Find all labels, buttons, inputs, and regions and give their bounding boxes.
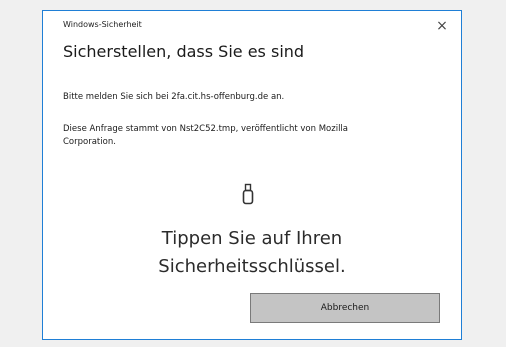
prompt-line-2: Sicherheitsschlüssel. [158, 256, 346, 277]
windows-security-dialog: Windows-Sicherheit × Sicherstellen, dass… [42, 10, 462, 340]
close-icon: × [436, 18, 448, 34]
close-button[interactable]: × [433, 17, 451, 35]
touch-key-prompt: Tippen Sie auf Ihren Sicherheitsschlüsse… [43, 225, 461, 281]
cancel-button-label: Abbrechen [320, 303, 370, 313]
cancel-button[interactable]: Abbrechen [250, 293, 440, 323]
screen: Windows-Sicherheit × Sicherstellen, dass… [0, 0, 506, 347]
request-origin-text: Diese Anfrage stammt von Nst2C52.tmp, ve… [63, 124, 348, 147]
sign-in-instruction: Bitte melden Sie sich bei 2fa.cit.hs-off… [63, 92, 285, 102]
title-bar: Windows-Sicherheit × [43, 11, 461, 37]
dialog-app-title: Windows-Sicherheit [63, 20, 142, 29]
dialog-heading: Sicherstellen, dass Sie es sind [63, 42, 305, 61]
prompt-line-1: Tippen Sie auf Ihren [161, 228, 343, 249]
security-key-icon [242, 183, 254, 205]
